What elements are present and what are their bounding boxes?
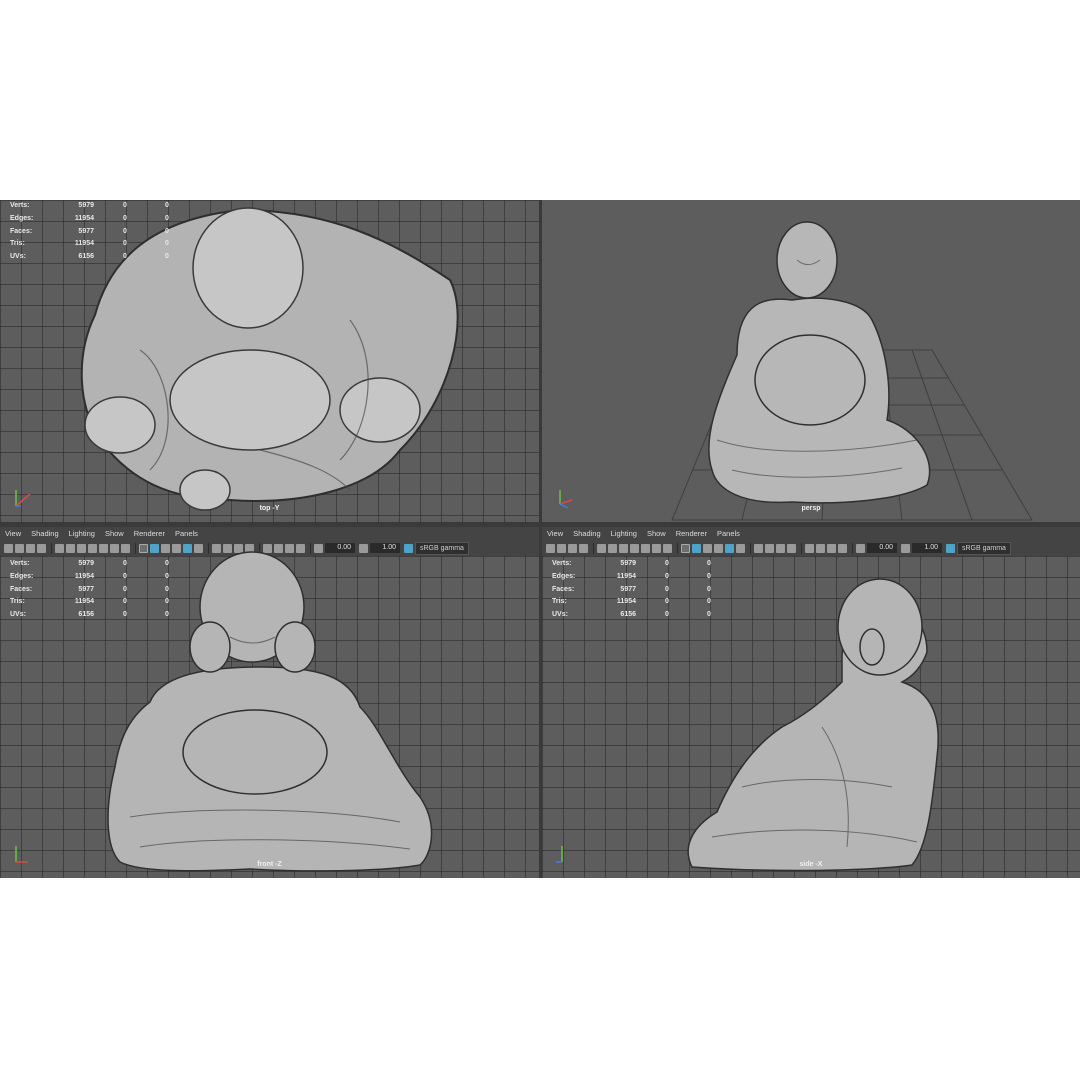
stat-selected-uv: 0 [165, 227, 169, 235]
stat-label: UVs: [552, 611, 568, 619]
stat-selected: 0 [665, 598, 669, 606]
stat-value: 5977 [78, 227, 94, 235]
camera-label: top -Y [259, 505, 280, 512]
stat-value: 11954 [616, 572, 636, 580]
stat-value: 5977 [78, 585, 94, 593]
stat-selected: 0 [123, 227, 127, 235]
stat-selected: 0 [123, 572, 127, 580]
stat-selected-uv: 0 [707, 611, 711, 619]
stat-label: Edges: [552, 572, 576, 580]
stat-selected: 0 [123, 214, 127, 222]
stat-selected: 0 [123, 560, 127, 567]
stat-value: 5977 [620, 585, 636, 593]
stat-selected: 0 [123, 240, 127, 248]
stat-selected-uv: 0 [165, 611, 169, 619]
stat-row: Verts: 5979 0 0 [552, 558, 722, 571]
stat-value: 11954 [74, 214, 94, 222]
stat-label: Verts: [552, 560, 572, 567]
stat-label: Faces: [552, 585, 575, 593]
stat-row: Verts: 5979 0 0 [10, 558, 180, 571]
stat-label: Tris: [552, 598, 567, 606]
stat-label: UVs: [10, 253, 26, 261]
camera-label: side -X [799, 861, 823, 868]
stat-row: Faces: 5977 0 0 [552, 584, 722, 597]
stat-row: Verts: 5979 0 0 [10, 200, 180, 213]
stat-label: UVs: [10, 611, 26, 619]
stat-selected: 0 [665, 585, 669, 593]
stat-value: 5979 [78, 202, 94, 209]
stat-row: Edges: 11954 0 0 [10, 571, 180, 584]
stat-selected: 0 [665, 611, 669, 619]
stat-value: 6156 [78, 611, 94, 619]
camera-label: front -Z [257, 861, 282, 868]
stat-value: 5979 [78, 560, 94, 567]
stat-row: Edges: 11954 0 0 [552, 571, 722, 584]
stat-label: Tris: [10, 598, 25, 606]
stat-selected-uv: 0 [165, 585, 169, 593]
viewport-persp[interactable]: persp [542, 200, 1080, 522]
stat-label: Tris: [10, 240, 25, 248]
stat-row: Tris: 11954 0 0 [10, 238, 180, 251]
stat-selected-uv: 0 [165, 240, 169, 248]
stat-row: Faces: 5977 0 0 [10, 226, 180, 239]
stat-selected-uv: 0 [165, 572, 169, 580]
stat-label: Verts: [10, 202, 30, 209]
stat-value: 11954 [74, 572, 94, 580]
stat-selected: 0 [665, 560, 669, 567]
stat-label: Faces: [10, 585, 33, 593]
stat-row: Faces: 5977 0 0 [10, 584, 180, 597]
heads-up-poly-count: Verts: 5979 0 0 Edges: 11954 0 0 Faces: 5977 0 0 Tri… [10, 200, 180, 264]
maya-four-view-layout: Verts: 5979 0 0 Edges: 11954 0 0 Faces: 5977 0 0 Tri… [0, 200, 1080, 878]
stat-value: 6156 [620, 611, 636, 619]
stat-selected-uv: 0 [707, 598, 711, 606]
stat-row: UVs: 6156 0 0 [10, 251, 180, 264]
stat-row: UVs: 6156 0 0 [552, 609, 722, 622]
stat-label: Faces: [10, 227, 33, 235]
stat-value: 5979 [620, 560, 636, 567]
stat-label: Edges: [10, 572, 34, 580]
heads-up-poly-count: Verts: 5979 0 0 Edges: 11954 0 0 Faces: 5977 0 0 Tri… [552, 558, 722, 622]
stat-value: 11954 [74, 240, 94, 248]
stat-label: Edges: [10, 214, 34, 222]
stat-selected-uv: 0 [165, 202, 169, 209]
stat-selected-uv: 0 [707, 572, 711, 580]
stat-row: Edges: 11954 0 0 [10, 213, 180, 226]
camera-label: persp [801, 505, 821, 512]
stat-selected: 0 [123, 585, 127, 593]
stat-value: 11954 [616, 598, 636, 606]
viewport-top[interactable]: Verts: 5979 0 0 Edges: 11954 0 0 Faces: 5977 0 0 Tri… [0, 200, 539, 522]
stat-row: Tris: 11954 0 0 [552, 596, 722, 609]
stat-label: Verts: [10, 560, 30, 567]
stat-selected-uv: 0 [165, 560, 169, 567]
stat-value: 6156 [78, 253, 94, 261]
stat-selected: 0 [123, 598, 127, 606]
stat-selected: 0 [665, 572, 669, 580]
stat-selected-uv: 0 [165, 598, 169, 606]
viewport-front[interactable]: View Shading Lighting Show Renderer Panels 0.… [0, 527, 539, 878]
stat-selected-uv: 0 [165, 214, 169, 222]
heads-up-poly-count: Verts: 5979 0 0 Edges: 11954 0 0 Faces: 5977 0 0 Tri… [10, 558, 180, 622]
stat-row: UVs: 6156 0 0 [10, 609, 180, 622]
stat-selected-uv: 0 [707, 585, 711, 593]
stat-selected: 0 [123, 253, 127, 261]
viewport-side[interactable]: View Shading Lighting Show Renderer Panels 0.… [542, 527, 1080, 878]
stat-row: Tris: 11954 0 0 [10, 596, 180, 609]
stat-value: 11954 [74, 598, 94, 606]
stat-selected: 0 [123, 611, 127, 619]
stat-selected-uv: 0 [707, 560, 711, 567]
buddha-model-perspective [708, 221, 931, 504]
stat-selected-uv: 0 [165, 253, 169, 261]
stat-selected: 0 [123, 202, 127, 209]
